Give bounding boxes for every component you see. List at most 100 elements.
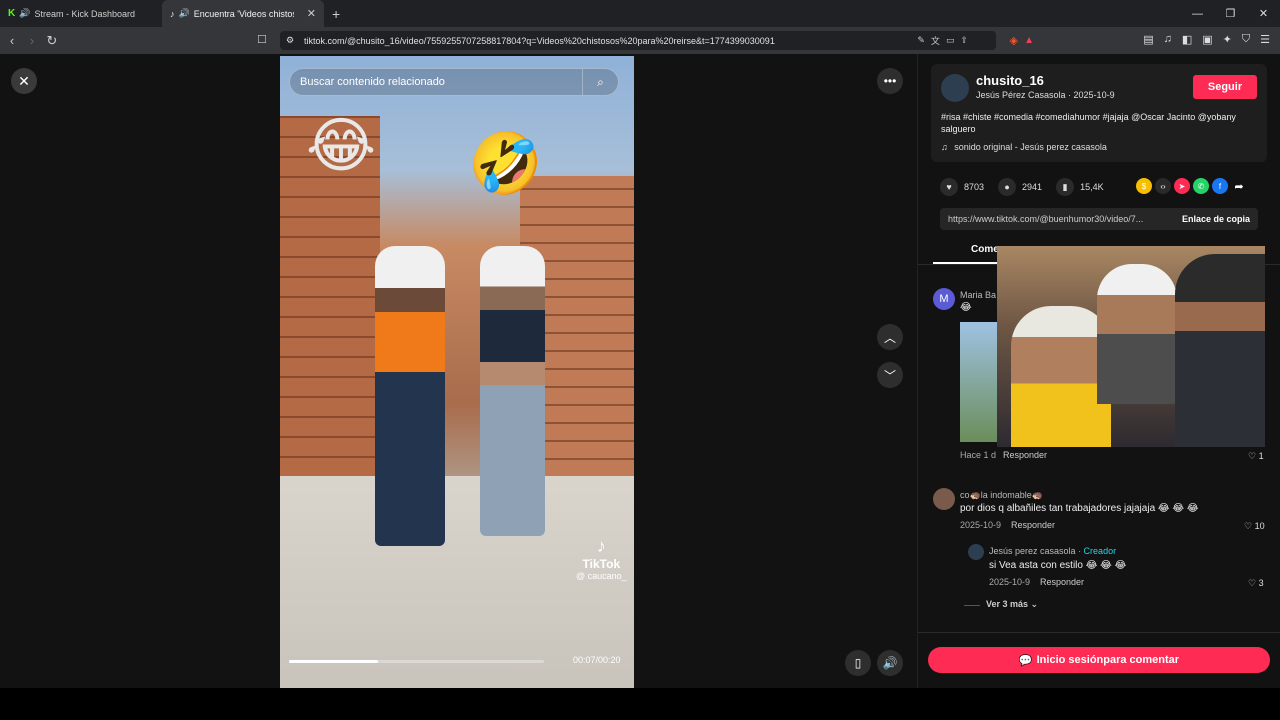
emoji-icon: 😂 <box>960 302 972 313</box>
avatar[interactable]: M <box>933 288 955 310</box>
related-search-input[interactable]: Buscar contenido relacionado ⌕ <box>289 68 619 96</box>
creator-badge: · Creador <box>1078 546 1117 556</box>
url-text: tiktok.com/@chusito_16/video/75592557072… <box>304 35 775 46</box>
video-progress-fill <box>289 660 379 663</box>
embed-icon[interactable]: ‹› <box>1155 178 1171 194</box>
translate-icon[interactable]: 文 <box>931 34 940 47</box>
address-bar[interactable]: ⚙ tiktok.com/@chusito_16/video/755925570… <box>280 31 1034 50</box>
reader-icon[interactable]: ▤ <box>1143 33 1153 46</box>
send-icon[interactable]: ➤ <box>1174 178 1190 194</box>
video-time: 00:07/00:20 <box>573 655 621 665</box>
rofl-emoji-icon: 🤣 <box>468 130 543 197</box>
previous-video-button[interactable]: ︿ <box>877 324 903 350</box>
video-person <box>375 246 445 546</box>
reply-button[interactable]: Responder <box>1003 450 1047 460</box>
laughing-emoji-icon: 😂 <box>306 112 377 179</box>
comment-time: 2025-10-9 <box>960 520 1002 530</box>
video-progress-bar[interactable] <box>289 660 544 663</box>
next-video-button[interactable]: ﹀ <box>877 362 903 388</box>
brave-shield-icon[interactable]: ◈ <box>1010 34 1018 47</box>
vpn-icon[interactable]: ⛉ <box>1242 33 1250 46</box>
music-note-icon: ♫ <box>941 142 948 152</box>
comment-username[interactable]: Maria Ba <box>960 290 996 300</box>
bookmark-icon[interactable]: ☐ <box>257 33 267 46</box>
watermark-brand: TikTok <box>582 557 621 571</box>
brave-rewards-icon[interactable]: ▲ <box>1024 35 1034 46</box>
music-icon[interactable]: ♫ <box>1164 33 1172 46</box>
avatar[interactable] <box>933 488 955 510</box>
browser-toolbar: ‹ › ↻ ☐ ⚙ tiktok.com/@chusito_16/video/7… <box>0 27 1280 54</box>
minimize-button[interactable]: — <box>1181 8 1214 20</box>
comment-like[interactable]: ♡ 10 <box>1244 521 1265 532</box>
menu-icon[interactable]: ☰ <box>1260 33 1270 46</box>
close-video-button[interactable]: ✕ <box>11 68 37 94</box>
reload-icon[interactable]: ↻ <box>42 33 62 49</box>
tab-title: Encuentra 'Videos chistosos p <box>193 8 294 19</box>
share-link: https://www.tiktok.com/@buenhumor30/vide… <box>948 214 1144 224</box>
cast-icon[interactable]: ▭ <box>946 35 955 46</box>
comment-like[interactable]: ♡ 1 <box>1248 451 1264 462</box>
back-icon[interactable]: ‹ <box>2 33 22 48</box>
share-page-icon[interactable]: ⇪ <box>960 35 968 46</box>
comment-username[interactable]: Jesús perez casasola · Creador <box>989 546 1116 556</box>
no-translate-icon[interactable]: ✎ <box>917 35 925 46</box>
tiktok-watermark: ♪ TikTok @ caucano_ <box>576 536 627 581</box>
comments-count: 2941 <box>1022 182 1043 192</box>
new-tab-button[interactable]: + <box>332 6 340 22</box>
site-info-icon[interactable]: ⚙ <box>286 35 294 46</box>
close-window-button[interactable]: ✕ <box>1247 7 1280 20</box>
tab-tiktok[interactable]: ♪ 🔊 Encuentra 'Videos chistosos p ✕ <box>162 0 324 27</box>
avatar[interactable] <box>968 544 984 560</box>
search-icon[interactable]: ⌕ <box>582 69 618 95</box>
ai-icon[interactable]: ✦ <box>1223 33 1232 46</box>
copy-link-button[interactable]: Enlace de copia <box>1182 214 1250 224</box>
more-options-button[interactable]: ••• <box>877 68 903 94</box>
floating-player-button[interactable]: ▯ <box>845 650 871 676</box>
comment-icon[interactable]: ● <box>998 178 1017 196</box>
post-sound[interactable]: ♫ sonido original - Jesús perez casasola <box>941 142 1107 152</box>
comment-image[interactable] <box>960 322 1000 442</box>
url-actions: ✎ 文 ▭ ⇪ <box>917 31 968 50</box>
divider <box>964 605 980 606</box>
restore-button[interactable]: ❐ <box>1214 7 1247 20</box>
video-player[interactable]: 😂 🤣 Buscar contenido relacionado ⌕ ♪ Tik… <box>280 56 634 688</box>
sound-label: sonido original - Jesús perez casasola <box>954 142 1107 152</box>
follow-button[interactable]: Seguir <box>1193 75 1257 99</box>
comment-time: Hace 1 d <box>960 450 997 460</box>
tab-kick-dashboard[interactable]: K 🔊 Stream - Kick Dashboard <box>0 0 162 27</box>
tab-title: Stream - Kick Dashboard <box>34 8 135 19</box>
bookmark-icon[interactable]: ▮ <box>1056 178 1075 196</box>
facebook-icon[interactable]: f <box>1212 178 1228 194</box>
share-link-box[interactable]: https://www.tiktok.com/@buenhumor30/vide… <box>940 208 1258 230</box>
browser-tools: ▤ ♫ ◧ ▣ ✦ ⛉ ☰ <box>1143 33 1270 46</box>
coin-icon[interactable]: $ <box>1136 178 1152 194</box>
comment-like[interactable]: ♡ 3 <box>1248 578 1264 589</box>
wallet-icon[interactable]: ▣ <box>1202 33 1212 46</box>
reply-button[interactable]: Responder <box>1040 577 1084 587</box>
heart-icon[interactable]: ♥ <box>940 178 958 196</box>
likes-count: 8703 <box>964 182 985 192</box>
speaker-icon: 🔊 <box>178 8 190 18</box>
sidebar-icon[interactable]: ◧ <box>1182 33 1192 46</box>
search-placeholder: Buscar contenido relacionado <box>300 76 445 88</box>
window-controls: — ❐ ✕ <box>1181 0 1280 27</box>
avatar[interactable] <box>941 74 969 102</box>
video-person <box>480 246 545 536</box>
whatsapp-icon[interactable]: ✆ <box>1193 178 1209 194</box>
streamer-person <box>1011 306 1111 447</box>
tab-comments[interactable]: Come <box>971 244 999 255</box>
see-more-replies-button[interactable]: Ver 3 más ⌄ <box>986 599 1038 610</box>
post-username[interactable]: chusito_16 <box>976 73 1044 88</box>
share-arrow-icon[interactable]: ➦ <box>1231 178 1247 194</box>
comment-username[interactable]: co🦔la indomable🦔 <box>960 490 1043 501</box>
forward-icon[interactable]: › <box>22 33 42 48</box>
volume-button[interactable]: 🔊 <box>877 650 903 676</box>
post-actions: ♥ 8703 ● 2941 ▮ 15,4K <box>940 178 1104 196</box>
reply-button[interactable]: Responder <box>1011 520 1055 530</box>
saves-count: 15,4K <box>1080 182 1104 192</box>
comment-text: si Vea asta con estilo 😂 😂 😂 <box>989 560 1127 571</box>
login-to-comment-button[interactable]: 💬 Inicio sesiónpara comentar <box>928 647 1270 673</box>
video-scene-wall <box>280 116 380 536</box>
close-tab-icon[interactable]: ✕ <box>307 7 316 20</box>
speaker-icon: 🔊 <box>19 8 31 18</box>
